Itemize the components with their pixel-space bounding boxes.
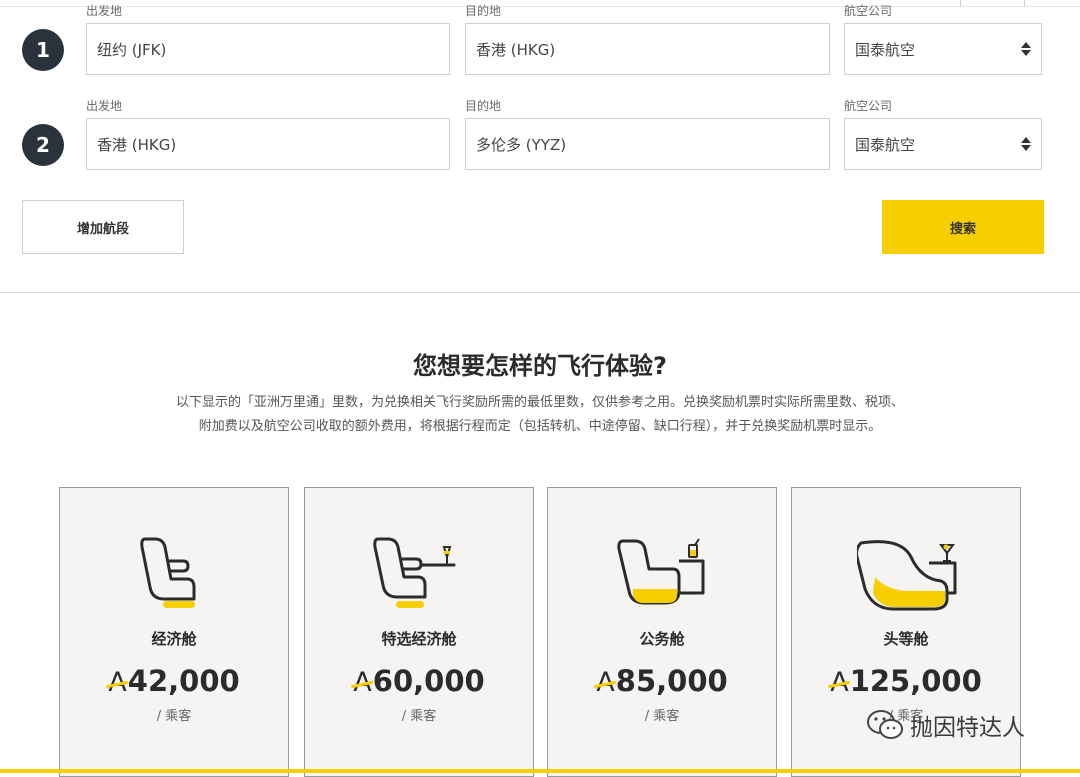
add-segment-button[interactable]: 增加航段 bbox=[22, 200, 184, 254]
cabin-name: 公务舱 bbox=[639, 630, 685, 648]
wechat-icon bbox=[867, 710, 903, 739]
section-description-line-1: 以下显示的「亚洲万里通」里数，为兑换相关飞行奖励所需的最低里数，仅供参考之用。兑… bbox=[175, 395, 904, 410]
segment-number-2: 2 bbox=[22, 124, 64, 166]
top-edge bbox=[0, 0, 1080, 7]
sort-arrows-icon bbox=[1021, 137, 1031, 151]
airline-label-1: 航空公司 bbox=[844, 4, 893, 18]
top-edge-tick bbox=[1024, 0, 1025, 6]
per-passenger-label: / 乘客 bbox=[644, 709, 680, 724]
economy-seat-icon bbox=[140, 537, 196, 608]
airline-value-2: 国泰航空 bbox=[855, 135, 916, 154]
destination-label-1: 目的地 bbox=[465, 4, 502, 18]
cabin-miles: A42,000 bbox=[60, 664, 288, 698]
top-edge-tick bbox=[960, 0, 961, 6]
watermark: 抛因特达人 bbox=[866, 708, 1025, 742]
airline-value-1: 国泰航空 bbox=[855, 40, 916, 59]
cabin-card-premium-economy[interactable]: 特选经济舱 A60,000 / 乘客 bbox=[304, 487, 534, 777]
bottom-accent-bar bbox=[0, 769, 1080, 773]
asia-miles-icon: A bbox=[830, 667, 849, 698]
cabin-card-economy[interactable]: 经济舱 A42,000 / 乘客 bbox=[59, 487, 289, 777]
miles-value: 42,000 bbox=[127, 664, 240, 698]
section-description-line-2: 附加费以及航空公司收取的额外费用，将根据行程而定（包括转机、中途停留、缺口行程）… bbox=[198, 419, 882, 434]
segment-number-1: 1 bbox=[22, 29, 64, 71]
airline-select-1[interactable]: 国泰航空 bbox=[844, 23, 1042, 75]
origin-label-2: 出发地 bbox=[86, 99, 123, 113]
cabin-miles: A60,000 bbox=[305, 664, 533, 698]
miles-value: 125,000 bbox=[849, 664, 982, 698]
watermark-text: 抛因特达人 bbox=[910, 715, 1025, 741]
per-passenger-label: / 乘客 bbox=[401, 709, 437, 724]
origin-field-2[interactable]: 香港 (HKG) bbox=[86, 118, 450, 170]
miles-value: 60,000 bbox=[372, 664, 485, 698]
destination-field-1[interactable]: 香港 (HKG) bbox=[465, 23, 830, 75]
business-seat-icon bbox=[617, 538, 705, 605]
origin-label-1: 出发地 bbox=[86, 4, 123, 18]
section-title: 您想要怎样的飞行体验? bbox=[413, 352, 667, 380]
premium-economy-seat-icon bbox=[373, 537, 456, 608]
airline-label-2: 航空公司 bbox=[844, 99, 893, 113]
cabin-card-business[interactable]: 公务舱 A85,000 / 乘客 bbox=[547, 487, 777, 777]
origin-field-1[interactable]: 纽约 (JFK) bbox=[86, 23, 450, 75]
per-passenger-label: / 乘客 bbox=[156, 709, 192, 724]
cabin-miles: A85,000 bbox=[548, 664, 776, 698]
cabin-name: 经济舱 bbox=[151, 630, 197, 648]
section-divider bbox=[0, 292, 1080, 293]
asia-miles-icon: A bbox=[108, 667, 127, 698]
first-class-seat-icon bbox=[857, 540, 957, 611]
cabin-miles: A125,000 bbox=[792, 664, 1020, 698]
cabin-name: 头等舱 bbox=[883, 630, 929, 648]
destination-label-2: 目的地 bbox=[465, 99, 502, 113]
cabin-name: 特选经济舱 bbox=[381, 630, 457, 648]
sort-arrows-icon bbox=[1021, 42, 1031, 56]
asia-miles-icon: A bbox=[353, 667, 372, 698]
search-button[interactable]: 搜索 bbox=[882, 200, 1044, 254]
asia-miles-icon: A bbox=[596, 667, 615, 698]
destination-field-2[interactable]: 多伦多 (YYZ) bbox=[465, 118, 830, 170]
airline-select-2[interactable]: 国泰航空 bbox=[844, 118, 1042, 170]
miles-value: 85,000 bbox=[615, 664, 728, 698]
